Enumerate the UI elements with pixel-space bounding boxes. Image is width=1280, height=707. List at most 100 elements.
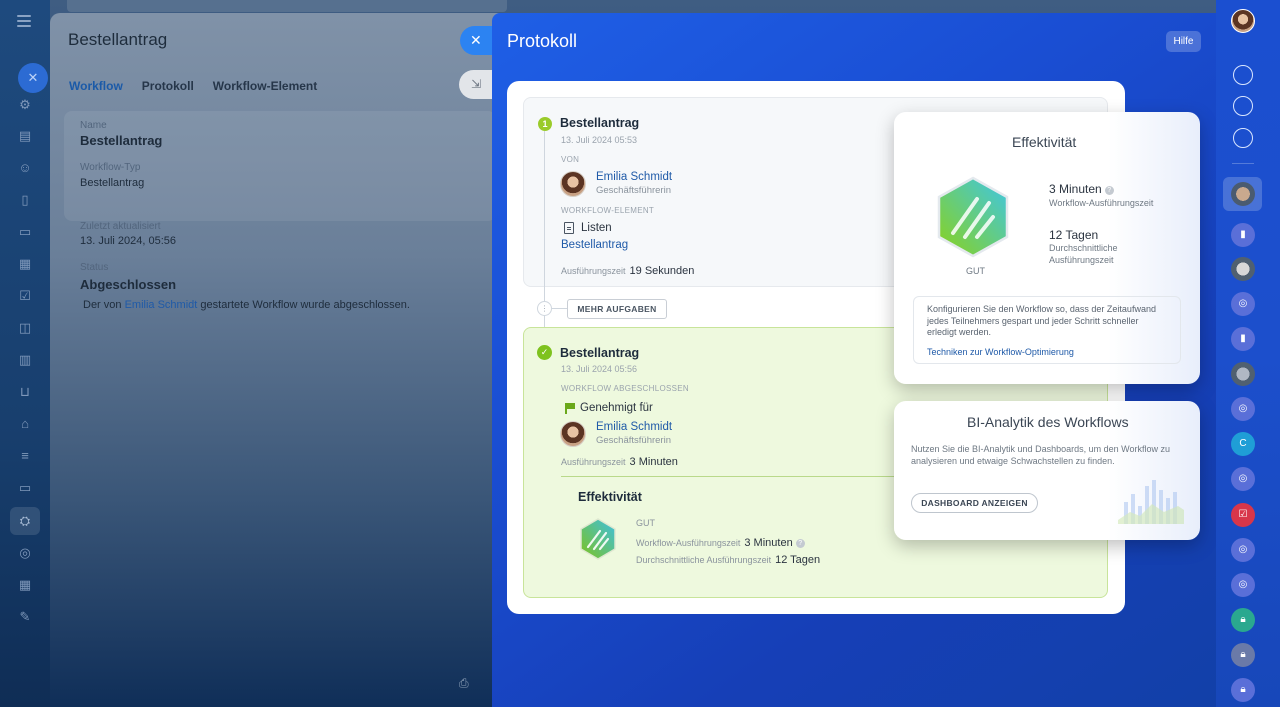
chat-lock-icon[interactable]: ▮ bbox=[1231, 223, 1255, 247]
tasks-icon[interactable]: ☑ bbox=[17, 289, 33, 303]
tab-bar: Workflow Protokoll Workflow-Element bbox=[69, 79, 317, 93]
user-avatar[interactable] bbox=[1231, 9, 1255, 33]
analytics-chart-icon bbox=[1118, 480, 1184, 524]
tab-workflow-element[interactable]: Workflow-Element bbox=[213, 79, 317, 93]
step1-user-role: Geschäftsführerin bbox=[596, 185, 671, 196]
filter-icon[interactable]: ≡ bbox=[17, 449, 33, 463]
step2-user-role: Geschäftsführerin bbox=[596, 435, 671, 446]
bell-icon[interactable] bbox=[1233, 65, 1253, 85]
gear-icon[interactable]: ⚙ bbox=[17, 98, 33, 112]
bi-title: BI-Analytik des Workflows bbox=[967, 414, 1129, 430]
step2-exec-time: Ausführungszeit 3 Minuten bbox=[561, 456, 678, 468]
card-icon[interactable]: ▭ bbox=[17, 225, 33, 239]
user-link[interactable]: Emilia Schmidt bbox=[125, 299, 198, 311]
step1-exec-time: Ausführungszeit 19 Sekunden bbox=[561, 265, 695, 277]
bi-text: Nutzen Sie die BI-Analytik und Dashboard… bbox=[911, 444, 1170, 466]
workflow-icon[interactable]: ⛭ bbox=[17, 514, 33, 528]
protocol-title: Protokoll bbox=[507, 31, 578, 51]
workflow-details-panel: Bestellantrag Workflow Protokoll Workflo… bbox=[50, 13, 510, 707]
document-icon[interactable]: ▤ bbox=[17, 129, 33, 143]
step1-title: Bestellantrag bbox=[560, 116, 640, 130]
status-label: Status bbox=[80, 262, 109, 273]
panel-title: Bestellantrag bbox=[68, 30, 168, 49]
step-number-badge: 1 bbox=[538, 117, 552, 131]
chat-copilot-icon[interactable]: ◎ bbox=[1231, 467, 1255, 491]
step2-rating: GUT bbox=[636, 518, 655, 528]
type-label: Workflow-Typ bbox=[80, 162, 141, 173]
lock-icon[interactable]: 🔒︎ bbox=[1231, 678, 1255, 702]
page-strip bbox=[67, 0, 507, 12]
completion-message: Der von Emilia Schmidt gestartete Workfl… bbox=[83, 299, 410, 311]
help-icon[interactable]: ? bbox=[795, 539, 805, 548]
chat-copilot-icon[interactable]: ◎ bbox=[1231, 292, 1255, 316]
download-icon: ⇲ bbox=[471, 77, 482, 91]
effectiveness-heading: Effektivität bbox=[578, 490, 642, 504]
popup-avg-value: 12 Tagen bbox=[1049, 228, 1099, 242]
chat-avatar[interactable] bbox=[1231, 362, 1255, 386]
updated-label: Zuletzt aktualisiert bbox=[80, 221, 161, 232]
close-icon[interactable]: ✕ bbox=[18, 63, 48, 93]
help-button[interactable]: Hilfe bbox=[1166, 31, 1201, 52]
dashboard-button[interactable]: DASHBOARD ANZEIGEN bbox=[911, 493, 1038, 513]
lock-icon[interactable]: 🔒︎ bbox=[1231, 608, 1255, 632]
cart-icon[interactable]: ⊔ bbox=[17, 385, 33, 399]
name-label: Name bbox=[80, 120, 107, 131]
optimization-link[interactable]: Techniken zur Workflow-Optimierung bbox=[927, 347, 1074, 357]
popup-run-label: Workflow-Ausführungszeit bbox=[1049, 198, 1154, 208]
rail-separator bbox=[1232, 163, 1254, 164]
tab-protocol[interactable]: Protokoll bbox=[142, 79, 194, 93]
search-icon[interactable] bbox=[1233, 128, 1253, 148]
step1-user-link[interactable]: Emilia Schmidt bbox=[596, 171, 672, 183]
lock-icon[interactable]: 🔒︎ bbox=[1231, 643, 1255, 667]
element-link[interactable]: Bestellantrag bbox=[561, 239, 628, 251]
step2-avg-time: Durchschnittliche Ausführungszeit 12 Tage… bbox=[636, 554, 821, 566]
popup-title: Effektivität bbox=[1012, 134, 1077, 150]
left-nav-rail: ✕ ⚙ ▤ ☺ ▯ ▭ ▦ ☑ ◫ ▥ ⊔ ⌂ ≡ ▭ ⛭ ◎ ▦ ✎ bbox=[0, 0, 50, 707]
messages-icon[interactable]: ◫ bbox=[17, 321, 33, 335]
flag-icon bbox=[565, 403, 575, 414]
target-icon[interactable]: ◎ bbox=[17, 546, 33, 560]
contacts-icon[interactable]: ☺ bbox=[17, 161, 33, 175]
step2-title: Bestellantrag bbox=[560, 346, 640, 360]
more-dots-icon: ⋮ bbox=[537, 301, 552, 316]
help-icon[interactable]: ? bbox=[1104, 186, 1114, 195]
printer-icon[interactable]: ⎙ bbox=[459, 676, 473, 690]
popup-run-value: 3 Minuten? bbox=[1049, 182, 1114, 196]
from-caption: VON bbox=[561, 155, 580, 164]
chat-lock-icon[interactable]: ▮ bbox=[1231, 327, 1255, 351]
tab-workflow[interactable]: Workflow bbox=[69, 79, 123, 93]
close-icon: ✕ bbox=[470, 32, 482, 48]
chat-copilot-icon[interactable]: ◎ bbox=[1231, 573, 1255, 597]
edit-icon[interactable]: ✎ bbox=[17, 610, 33, 624]
more-tasks-button[interactable]: MEHR AUFGABEN bbox=[567, 299, 667, 319]
step1-date: 13. Juli 2024 05:53 bbox=[561, 135, 638, 145]
chat-avatar[interactable] bbox=[1231, 257, 1255, 281]
effectiveness-badge-icon bbox=[580, 518, 616, 560]
effectiveness-hex-icon bbox=[937, 176, 1009, 258]
popup-avg-label-1: Durchschnittliche bbox=[1049, 243, 1118, 253]
name-value: Bestellantrag bbox=[80, 133, 163, 148]
menu-icon[interactable] bbox=[17, 15, 31, 27]
store-icon[interactable]: ⌂ bbox=[17, 417, 33, 431]
file-icon[interactable]: ▯ bbox=[17, 193, 33, 207]
element-caption: WORKFLOW-ELEMENT bbox=[561, 206, 655, 215]
wallet-icon[interactable]: ▭ bbox=[17, 481, 33, 495]
more-connector bbox=[552, 308, 568, 309]
popup-avg-label-2: Ausführungszeit bbox=[1049, 255, 1114, 265]
step2-user-link[interactable]: Emilia Schmidt bbox=[596, 421, 672, 433]
step2-date: 13. Juli 2024 05:56 bbox=[561, 364, 638, 374]
popup-rating: GUT bbox=[966, 266, 985, 276]
chat-copilot-icon[interactable]: ◎ bbox=[1231, 397, 1255, 421]
chat-icon[interactable]: ▦ bbox=[17, 257, 33, 271]
check-icon: ✓ bbox=[537, 345, 552, 360]
chat-c-icon[interactable]: C bbox=[1231, 432, 1255, 456]
copilot-icon[interactable] bbox=[1233, 96, 1253, 116]
tip-text: Konfigurieren Sie den Workflow so, dass … bbox=[927, 304, 1156, 337]
calendar-icon[interactable]: ▦ bbox=[17, 578, 33, 592]
chat-copilot-icon[interactable]: ◎ bbox=[1231, 538, 1255, 562]
chart-icon[interactable]: ▥ bbox=[17, 353, 33, 367]
type-value: Bestellantrag bbox=[80, 177, 145, 189]
chat-task-icon[interactable]: ☑ bbox=[1231, 503, 1255, 527]
chat-avatar[interactable] bbox=[1231, 182, 1255, 206]
element-type: Listen bbox=[581, 222, 612, 234]
